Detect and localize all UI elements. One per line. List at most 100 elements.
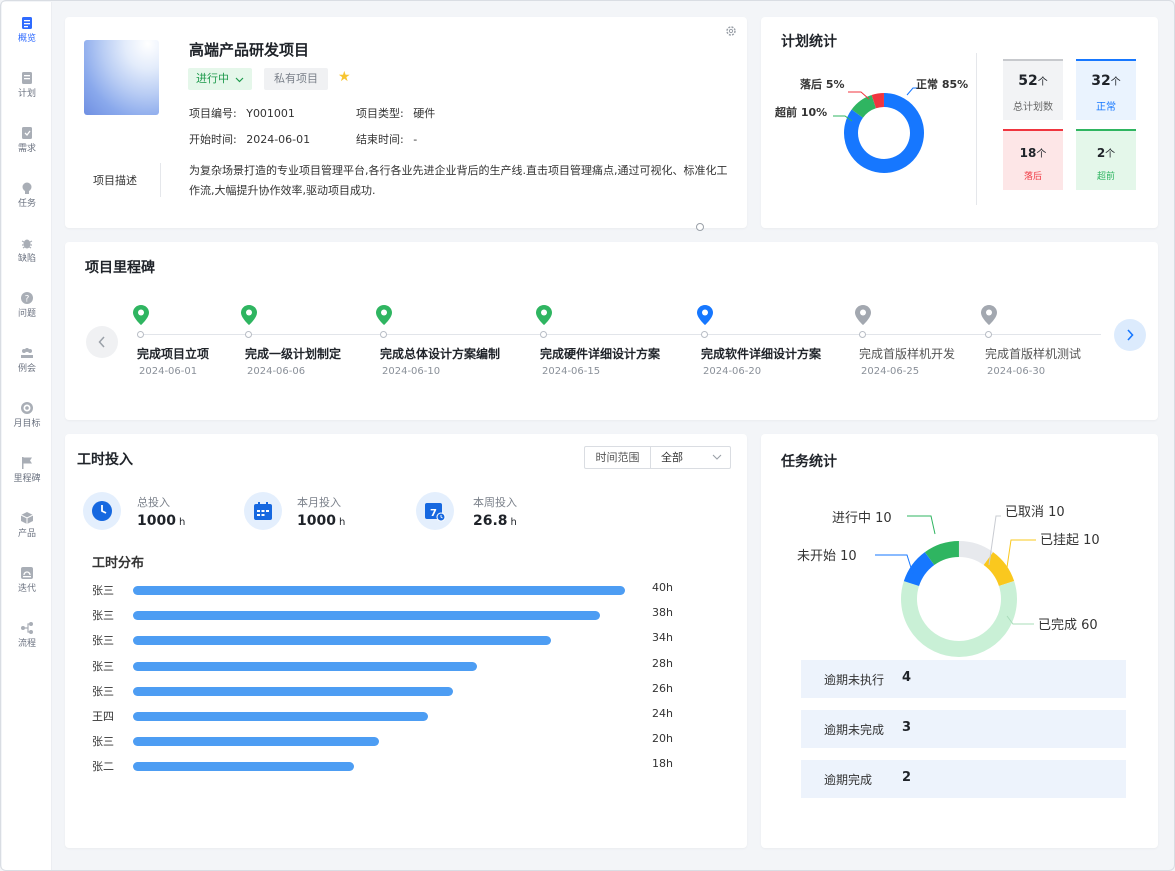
- sidebar-item-milestone[interactable]: 里程碑: [2, 456, 52, 496]
- task-slice-suspended[interactable]: [983, 552, 1015, 587]
- milestone-node[interactable]: [137, 331, 144, 338]
- task-label-cancelled: 已取消 10: [1005, 505, 1065, 520]
- task-stats-card: 任务统计 已取消 10 已挂起 10 已完成 60 未开始 10 进行中 10 …: [761, 434, 1158, 848]
- overdue-not-completed[interactable]: 逾期未完成 3: [801, 710, 1126, 748]
- gear-icon[interactable]: [725, 25, 737, 37]
- hours-bar[interactable]: [133, 712, 429, 721]
- milestone-title[interactable]: 完成首版样机测试: [985, 345, 1081, 362]
- stat-late-caption: 落后: [1023, 172, 1042, 182]
- hours-bar[interactable]: [133, 686, 453, 696]
- month-hours-number: 1000: [297, 513, 336, 529]
- sidebar-item-task[interactable]: 任务: [2, 181, 52, 221]
- project-start: 开始时间: 2024-06-01: [189, 131, 310, 147]
- sidebar-item-flow[interactable]: 流程: [2, 621, 52, 661]
- calendar-icon: [244, 492, 282, 530]
- sidebar-item-requirement[interactable]: 需求: [2, 126, 52, 166]
- sidebar: 概览 计划 需求 任务 缺陷 ? 问题 例会 月目标 里程碑 产品 迭代 流程: [2, 2, 52, 870]
- product-icon: [20, 512, 34, 524]
- overdue-label: 逾期完成: [824, 773, 873, 787]
- milestone-node[interactable]: [859, 331, 866, 338]
- stat-late-value: 18: [1019, 146, 1037, 160]
- status-label: 进行中: [196, 72, 229, 85]
- task-label-in-progress: 进行中 10: [832, 511, 892, 526]
- task-icon: [22, 182, 32, 194]
- task-label-completed: 已完成 60: [1038, 618, 1098, 633]
- sidebar-item-question[interactable]: ? 问题: [2, 291, 52, 331]
- stat-late-num: 18个: [1003, 145, 1063, 160]
- milestone-title: 项目里程碑: [85, 260, 155, 276]
- map-pin-icon: [536, 305, 552, 325]
- milestone-node[interactable]: [380, 331, 387, 338]
- next-button[interactable]: [1114, 319, 1146, 351]
- sidebar-item-meeting[interactable]: 例会: [2, 346, 52, 386]
- hours-bar[interactable]: [133, 661, 478, 671]
- plan-donut-chart: [833, 87, 924, 173]
- milestone-title[interactable]: 完成总体设计方案编制: [380, 345, 500, 362]
- donut-label-normal: 正常 85%: [916, 78, 969, 91]
- bug-icon: [21, 239, 33, 249]
- milestone-date: 2024-06-25: [861, 366, 920, 377]
- overdue-value: 4: [902, 670, 912, 685]
- sidebar-item-label: 流程: [17, 639, 36, 649]
- hours-distribution-title: 工时分布: [92, 556, 145, 571]
- hours-bar[interactable]: [133, 762, 355, 772]
- overdue-not-executed[interactable]: 逾期未执行 4: [801, 660, 1126, 698]
- milestone-node[interactable]: [245, 331, 252, 338]
- stat-normal: 32个 正常: [1076, 59, 1136, 120]
- hours-bar[interactable]: [133, 636, 552, 646]
- leader-line-not-started: [875, 554, 914, 575]
- milestone-node[interactable]: [540, 331, 547, 338]
- stat-ahead-caption: 超前: [1096, 172, 1115, 182]
- task-slice-not-started[interactable]: [903, 552, 935, 587]
- prev-button[interactable]: [86, 326, 118, 358]
- sidebar-item-overview[interactable]: 概览: [2, 16, 52, 56]
- stat-normal-value: 32: [1091, 73, 1111, 89]
- milestone-title[interactable]: 完成项目立项: [137, 345, 209, 362]
- project-code: 项目编号: Y001001: [189, 105, 295, 121]
- overdue-completed[interactable]: 逾期完成 2: [801, 760, 1126, 798]
- svg-text:7: 7: [430, 508, 437, 519]
- sidebar-item-bug[interactable]: 缺陷: [2, 236, 52, 276]
- milestone-node[interactable]: [701, 331, 708, 338]
- star-icon[interactable]: ★: [338, 69, 351, 85]
- milestone-card: 项目里程碑 完成项目立项 2024-06-01 完成一级计划制定 2024-06-06…: [65, 242, 1158, 420]
- sidebar-item-iteration[interactable]: 迭代: [2, 566, 52, 606]
- milestone-title[interactable]: 完成硬件详细设计方案: [540, 345, 660, 362]
- task-slice-in-progress[interactable]: [924, 541, 960, 566]
- milestone-title[interactable]: 完成首版样机开发: [859, 345, 955, 362]
- milestone-node[interactable]: [985, 331, 992, 338]
- description-label: 项目描述: [93, 174, 137, 187]
- hours-bar[interactable]: [133, 737, 379, 747]
- question-icon: ?: [21, 292, 33, 305]
- task-slice-cancelled[interactable]: [958, 541, 994, 566]
- milestone-date: 2024-06-30: [987, 366, 1046, 377]
- hours-unit: h: [178, 517, 186, 528]
- donut-slice-late[interactable]: [871, 93, 885, 109]
- stat-unit: 个: [1036, 149, 1047, 160]
- sidebar-item-plan[interactable]: 计划: [2, 71, 52, 111]
- stat-late: 18个 落后: [1003, 129, 1063, 190]
- time-range-select[interactable]: 时间范围 全部: [584, 446, 731, 469]
- map-pin-icon: [241, 305, 257, 325]
- stat-normal-num: 32个: [1076, 73, 1136, 89]
- milestone-title[interactable]: 完成一级计划制定: [245, 345, 341, 362]
- task-slice-completed[interactable]: [901, 581, 1017, 657]
- project-type: 项目类型: 硬件: [356, 105, 435, 121]
- stat-unit: 个: [1110, 77, 1121, 88]
- donut-slice-ahead[interactable]: [851, 94, 877, 119]
- sidebar-item-label: 概览: [17, 34, 36, 44]
- map-pin-icon: [855, 305, 871, 325]
- stat-total-caption: 总计划数: [1013, 102, 1053, 113]
- bar-value: 20h: [652, 732, 673, 746]
- sidebar-item-label: 问题: [17, 309, 36, 319]
- resize-handle[interactable]: [696, 223, 704, 231]
- bar-value: 38h: [652, 606, 673, 620]
- hours-bar[interactable]: [133, 611, 601, 621]
- work-hours-card: 工时投入 时间范围 全部 总投入 1000 h 本月投入 1000 h 7 本周投入…: [65, 434, 747, 848]
- hours-bar[interactable]: [133, 586, 625, 595]
- sidebar-item-product[interactable]: 产品: [2, 511, 52, 551]
- donut-label-late: 落后 5%: [800, 78, 845, 91]
- status-dropdown[interactable]: 进行中: [188, 68, 252, 90]
- sidebar-item-target[interactable]: 月目标: [2, 401, 52, 441]
- milestone-title[interactable]: 完成软件详细设计方案: [701, 345, 821, 362]
